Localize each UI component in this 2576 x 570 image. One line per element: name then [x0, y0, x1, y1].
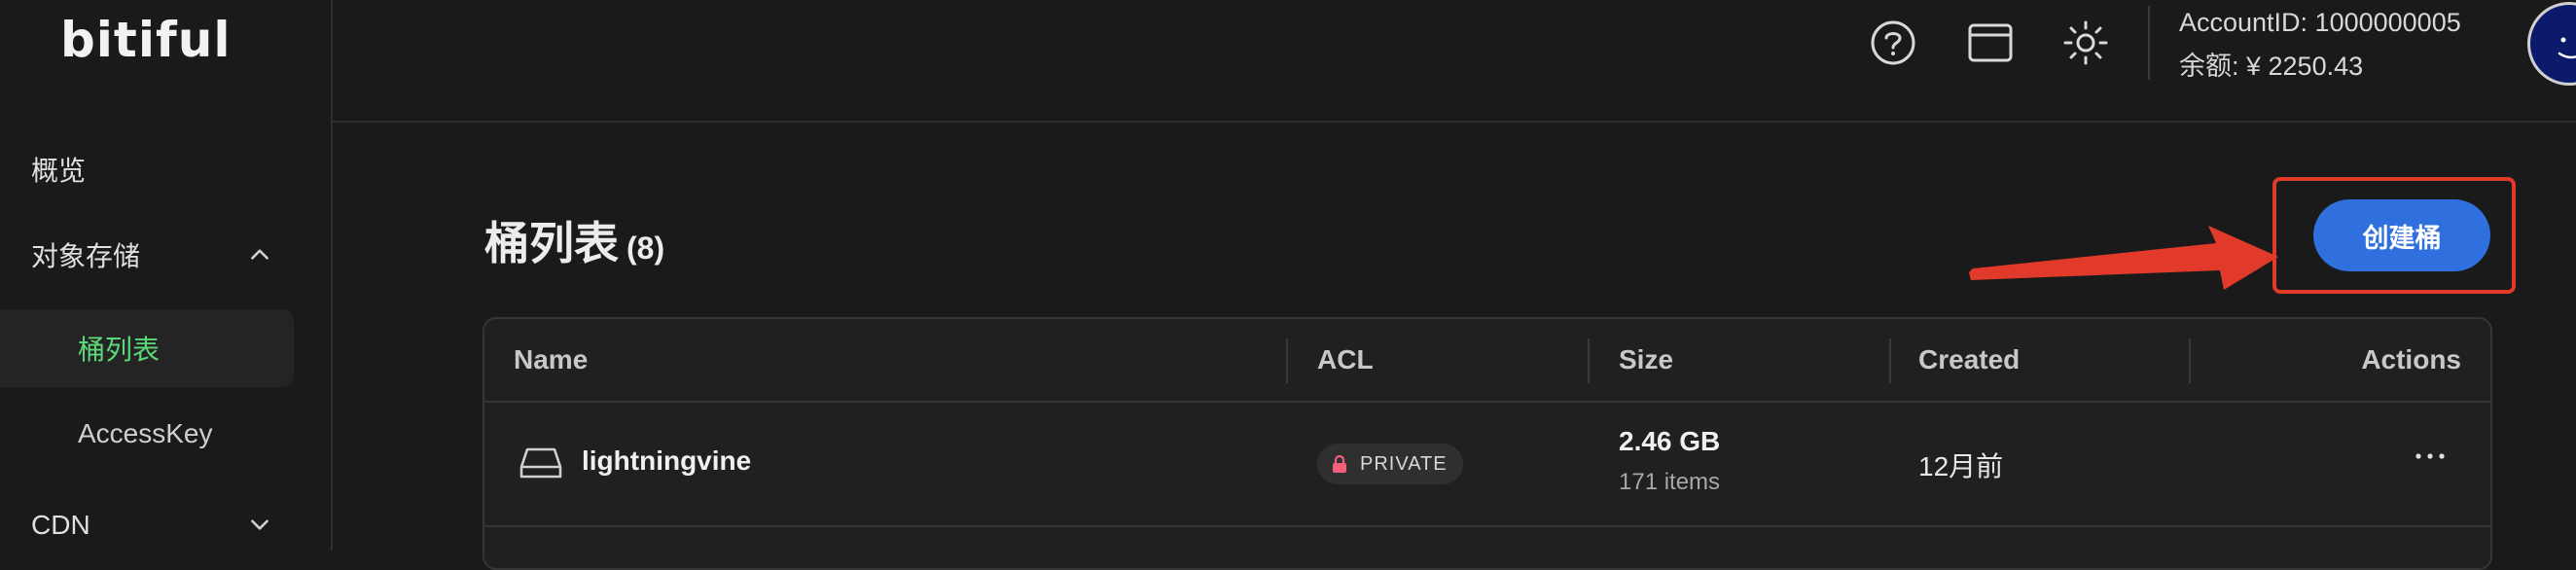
more-icon[interactable]	[2413, 449, 2448, 463]
top-header: AccountID: 1000000005 余额: ¥ 2250.43	[333, 0, 2576, 123]
sidebar-item-label: CDN	[31, 510, 90, 540]
table-header: Name ACL Size Created Actions	[484, 319, 2490, 403]
header-divider	[2148, 6, 2150, 80]
avatar[interactable]	[2527, 2, 2576, 86]
acl-badge: PRIVATE	[1317, 444, 1463, 484]
sidebar-item-overview[interactable]: 概览	[0, 130, 294, 208]
chevron-down-icon	[251, 519, 268, 530]
column-divider[interactable]	[2189, 338, 2191, 383]
help-icon[interactable]	[1868, 18, 1918, 68]
annotation-arrow-icon	[1969, 226, 2278, 290]
bucket-count: (8)	[626, 231, 665, 266]
column-header-size[interactable]: Size	[1619, 344, 1673, 375]
account-balance: 余额: ¥ 2250.43	[2179, 52, 2364, 81]
sun-theme-icon[interactable]	[2060, 18, 2111, 68]
account-id: AccountID: 1000000005	[2179, 8, 2461, 37]
sidebar-item-label: AccessKey	[78, 418, 213, 448]
lock-icon	[1333, 454, 1346, 473]
sidebar-item-cdn[interactable]: CDN	[0, 486, 294, 564]
table-row[interactable]: lightningvine PRIVATE 2.46 GB 171 items …	[484, 403, 2490, 527]
bucket-table: Name ACL Size Created Actions lightningv…	[483, 317, 2492, 570]
sidebar-item-label: 概览	[31, 156, 87, 186]
sidebar-item-object-storage[interactable]: 对象存储	[0, 216, 294, 294]
bucket-name-link[interactable]: lightningvine	[582, 445, 751, 477]
column-header-name[interactable]: Name	[514, 344, 588, 375]
sidebar-item-bucket-list[interactable]: 桶列表	[0, 309, 294, 387]
page-title-text: 桶列表	[484, 218, 619, 268]
column-header-actions: Actions	[2361, 344, 2461, 374]
column-header-created[interactable]: Created	[1918, 344, 2020, 375]
sidebar-item-accesskey[interactable]: AccessKey	[0, 395, 294, 473]
avatar-face-icon	[2558, 37, 2576, 59]
acl-value: PRIVATE	[1360, 452, 1448, 475]
sidebar-item-label: 桶列表	[78, 335, 161, 365]
column-header-acl[interactable]: ACL	[1317, 344, 1374, 375]
create-bucket-button[interactable]: 创建桶	[2313, 199, 2490, 271]
page-title: 桶列表 (8)	[484, 208, 664, 272]
column-divider[interactable]	[1588, 338, 1590, 383]
chevron-up-icon	[251, 249, 268, 260]
bucket-size: 2.46 GB	[1619, 426, 1721, 456]
browser-window-icon[interactable]	[1965, 18, 2016, 68]
storage-drive-icon	[519, 447, 562, 479]
column-divider[interactable]	[1286, 338, 1288, 383]
sidebar-item-label: 对象存储	[31, 241, 141, 271]
bucket-item-count: 171 items	[1619, 469, 1721, 495]
sidebar: bitiful 概览 对象存储 桶列表 AccessKey CDN	[0, 0, 333, 551]
bucket-created: 12月前	[1918, 451, 2004, 481]
app-logo[interactable]: bitiful	[60, 12, 231, 68]
column-divider[interactable]	[1889, 338, 1891, 383]
